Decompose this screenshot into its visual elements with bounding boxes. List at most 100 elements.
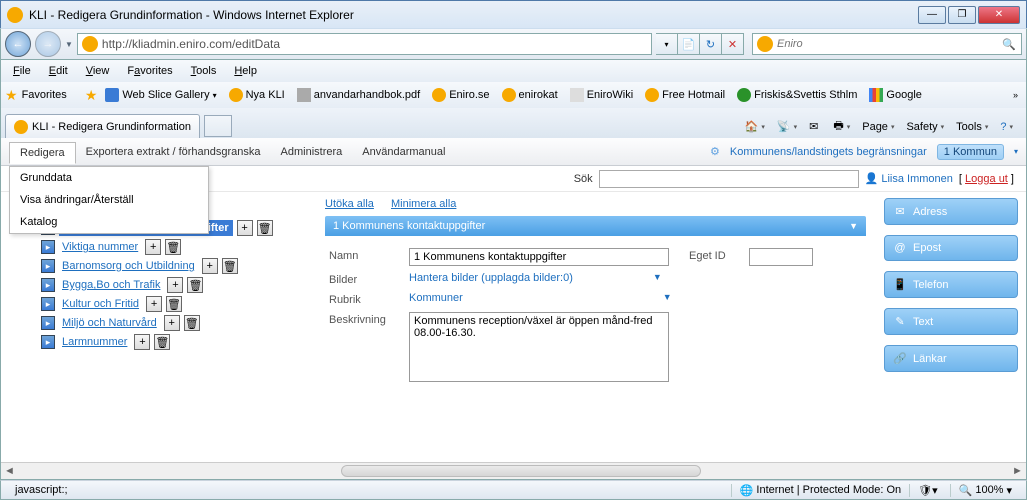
favorites-label[interactable]: Favorites (22, 89, 67, 101)
menu-tools[interactable]: Tools (183, 63, 225, 79)
bilder-dropdown-icon[interactable]: ▼ (653, 272, 662, 282)
help-button[interactable]: ? (997, 119, 1016, 135)
side-telefon-button[interactable]: 📱Telefon (884, 271, 1018, 298)
new-tab-button[interactable] (204, 115, 232, 137)
menu-edit[interactable]: Edit (41, 63, 76, 79)
home-button[interactable]: 🏠 (742, 118, 768, 135)
panel-header[interactable]: 1 Kommunens kontaktuppgifter ▼ (325, 216, 866, 236)
safety-menu[interactable]: Safety (903, 119, 947, 135)
search-go-button[interactable]: 🔍 (997, 38, 1021, 51)
tree-item-bygga[interactable]: Bygga,Bo och Trafik (59, 278, 163, 292)
window-minimize-button[interactable]: — (918, 6, 946, 24)
badge-dropdown-icon[interactable]: ▾ (1014, 147, 1018, 156)
logout-link[interactable]: Logga ut (965, 173, 1008, 185)
status-security-icon[interactable]: 🛡▾ (909, 484, 946, 497)
favorites-star-icon[interactable]: ★ (5, 87, 18, 104)
address-bar[interactable] (102, 37, 651, 51)
tree-expand-icon[interactable]: ▸ (41, 297, 55, 311)
tree-item-kultur[interactable]: Kultur och Fritid (59, 297, 142, 311)
tree-delete-icon[interactable]: 🗑 (187, 277, 203, 293)
tree-item-viktiga[interactable]: Viktiga nummer (59, 240, 141, 254)
horizontal-scrollbar[interactable]: ◄ ► (1, 462, 1026, 479)
submenu-visa[interactable]: Visa ändringar/Återställ (10, 189, 208, 211)
tree-delete-icon[interactable]: 🗑 (257, 220, 273, 236)
menu-view[interactable]: View (78, 63, 118, 79)
sok-input[interactable] (599, 170, 859, 188)
fav-enirowiki[interactable]: EniroWiki (566, 86, 637, 104)
feeds-button[interactable]: 📡 (774, 118, 800, 135)
nav-dropdown-icon[interactable]: ▼ (65, 40, 73, 49)
scroll-left-icon[interactable]: ◄ (1, 463, 18, 480)
tree-item-larm[interactable]: Larmnummer (59, 335, 130, 349)
tree-delete-icon[interactable]: 🗑 (166, 296, 182, 312)
fav-hotmail[interactable]: Free Hotmail (641, 86, 729, 104)
fav-eniro-se[interactable]: Eniro.se (428, 86, 493, 104)
submenu-katalog[interactable]: Katalog (10, 211, 208, 233)
menu-help[interactable]: Help (226, 63, 265, 79)
panel-collapse-icon[interactable]: ▼ (849, 221, 858, 231)
tree-delete-icon[interactable]: 🗑 (222, 258, 238, 274)
print-button[interactable]: 🖶 (830, 115, 853, 138)
tree-add-icon[interactable]: + (167, 277, 183, 293)
appmenu-manual[interactable]: Användarmanual (352, 142, 455, 162)
scroll-right-icon[interactable]: ► (1009, 463, 1026, 480)
beskrivning-textarea[interactable] (409, 312, 669, 382)
stop-button[interactable]: ✕ (722, 33, 744, 55)
favbar-overflow[interactable]: » (1009, 90, 1022, 100)
rubrik-value[interactable]: Kommuner (409, 292, 463, 304)
fav-google[interactable]: Google (865, 86, 925, 104)
browser-search-input[interactable] (777, 38, 997, 50)
tree-expand-icon[interactable]: ▸ (41, 278, 55, 292)
fav-enirokat[interactable]: enirokat (498, 86, 562, 104)
window-close-button[interactable]: ✕ (978, 6, 1020, 24)
appmenu-exportera[interactable]: Exportera extrakt / förhandsgranska (76, 142, 271, 162)
favorites-bar-star-icon[interactable]: ★ (85, 87, 98, 104)
menu-favorites[interactable]: Favorites (119, 63, 180, 79)
tree-add-icon[interactable]: + (146, 296, 162, 312)
tree-add-icon[interactable]: + (134, 334, 150, 350)
bilder-link[interactable]: Hantera bilder (upplagda bilder:0) (409, 272, 573, 284)
tree-expand-icon[interactable]: ▸ (41, 240, 55, 254)
nav-back-button[interactable]: ← (5, 31, 31, 57)
mail-button[interactable]: ✉ (806, 118, 824, 135)
scroll-thumb[interactable] (341, 465, 701, 477)
refresh-button[interactable]: ↻ (700, 33, 722, 55)
tree-item-miljo[interactable]: Miljö och Naturvård (59, 316, 160, 330)
tree-expand-icon[interactable]: ▸ (41, 316, 55, 330)
tree-delete-icon[interactable]: 🗑 (165, 239, 181, 255)
tree-add-icon[interactable]: + (202, 258, 218, 274)
egetid-input[interactable] (749, 248, 813, 266)
page-menu[interactable]: Page (859, 119, 897, 135)
tree-delete-icon[interactable]: 🗑 (154, 334, 170, 350)
zoom-control[interactable]: 🔍 100% ▾ (950, 484, 1020, 497)
url-dropdown-button[interactable]: ▾ (656, 33, 678, 55)
minimera-link[interactable]: Minimera alla (391, 198, 456, 210)
tree-add-icon[interactable]: + (164, 315, 180, 331)
compat-view-button[interactable]: 📄 (678, 33, 700, 55)
nav-forward-button[interactable]: → (35, 31, 61, 57)
fav-nya-kli[interactable]: Nya KLI (225, 86, 289, 104)
side-epost-button[interactable]: @Epost (884, 235, 1018, 261)
rubrik-dropdown-icon[interactable]: ▼ (663, 292, 672, 302)
side-text-button[interactable]: ✎Text (884, 308, 1018, 335)
tree-item-barn[interactable]: Barnomsorg och Utbildning (59, 259, 198, 273)
fav-handbok[interactable]: anvandarhandbok.pdf (293, 86, 424, 104)
window-maximize-button[interactable]: ❐ (948, 6, 976, 24)
fav-friskis[interactable]: Friskis&Svettis Sthlm (733, 86, 861, 104)
appmenu-admin[interactable]: Administrera (271, 142, 353, 162)
side-lankar-button[interactable]: 🔗Länkar (884, 345, 1018, 372)
fav-web-slice[interactable]: Web Slice Gallery ▾ (101, 86, 220, 104)
utoka-link[interactable]: Utöka alla (325, 198, 374, 210)
namn-input[interactable] (409, 248, 669, 266)
tools-menu[interactable]: Tools (953, 119, 991, 135)
submenu-grunddata[interactable]: Grunddata (10, 167, 208, 189)
browser-tab[interactable]: KLI - Redigera Grundinformation (5, 114, 200, 138)
tree-expand-icon[interactable]: ▸ (41, 335, 55, 349)
kommun-badge[interactable]: 1 Kommun (937, 144, 1004, 160)
user-link[interactable]: 👤 Liisa Immonen (865, 172, 953, 185)
restrictions-link[interactable]: Kommunens/landstingets begränsningar (730, 146, 927, 158)
side-adress-button[interactable]: ✉Adress (884, 198, 1018, 225)
tree-add-icon[interactable]: + (145, 239, 161, 255)
tree-delete-icon[interactable]: 🗑 (184, 315, 200, 331)
tree-expand-icon[interactable]: ▸ (41, 259, 55, 273)
